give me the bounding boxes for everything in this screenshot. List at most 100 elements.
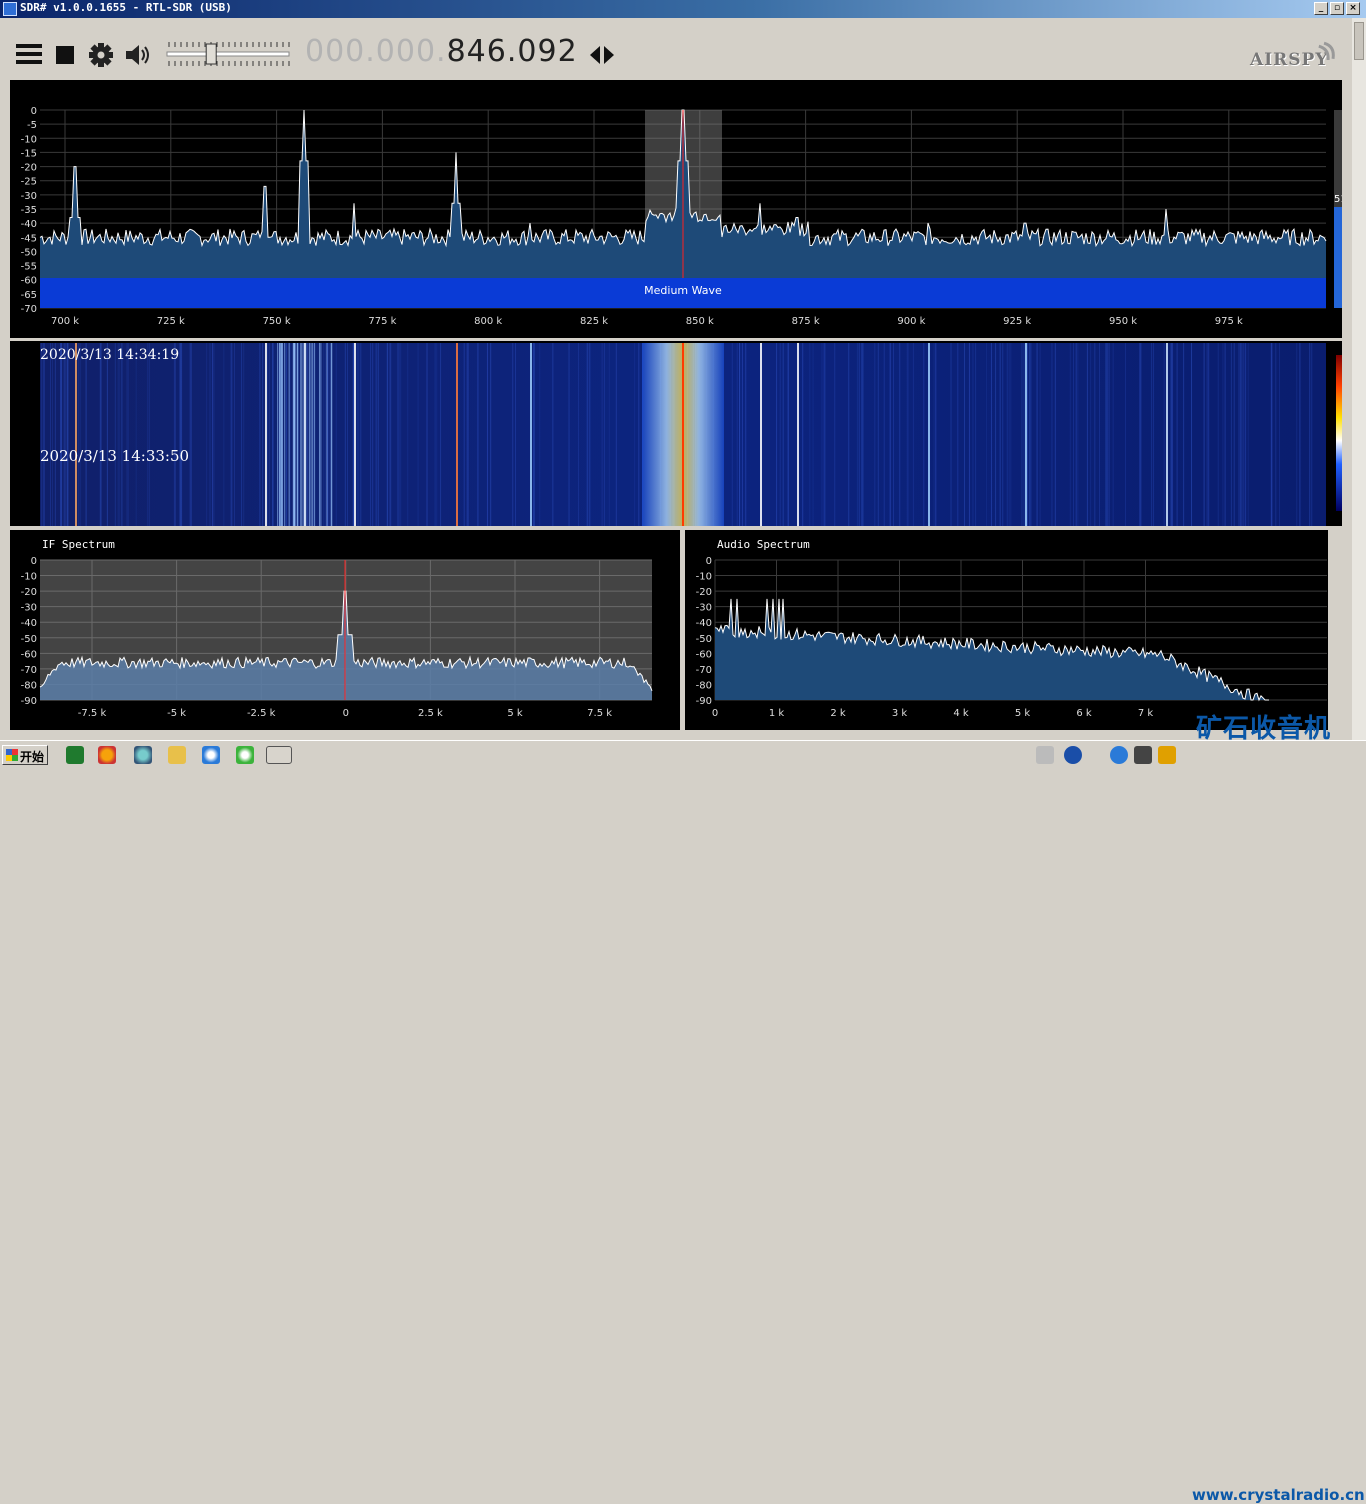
y-tick-label: -55: [21, 262, 37, 273]
help-icon[interactable]: [1064, 746, 1082, 764]
y-tick-label: -65: [21, 290, 37, 301]
y-tick-label: -60: [696, 649, 712, 660]
y-tick-label: -45: [21, 233, 37, 244]
left-right-arrows-icon[interactable]: [589, 44, 615, 66]
firefox-icon[interactable]: [98, 746, 116, 764]
volume-slider[interactable]: [165, 38, 293, 70]
close-button[interactable]: ×: [1346, 2, 1360, 15]
tray-device-icon[interactable]: [1134, 746, 1152, 764]
waterfall-plot[interactable]: [10, 341, 1342, 526]
gain-bar-fill[interactable]: [1334, 207, 1342, 308]
main-spectrum-plot[interactable]: 0 -5 -10 -15 -20 -25 -30 -35 -40 -45 -50 -55 -60 -65 -…: [10, 80, 1342, 338]
y-tick-label: -70: [696, 665, 712, 676]
y-tick-label: -70: [21, 304, 37, 315]
y-tick-label: -35: [21, 205, 37, 216]
x-tick-label: -5 k: [167, 708, 186, 719]
waterfall-carrier-line: [456, 343, 458, 526]
if-spectrum-panel[interactable]: IF Spectrum 0 -10 -20 -30 -40 -50 -60 -70 -80 -90…: [10, 530, 680, 730]
x-tick-label: 2.5 k: [418, 708, 443, 719]
y-tick-label: -10: [21, 134, 37, 145]
y-tick-label: -70: [21, 665, 37, 676]
watermark-text: 矿石收音机: [1196, 714, 1332, 744]
ie-icon[interactable]: [202, 746, 220, 764]
y-tick-label: -60: [21, 276, 37, 287]
folder-icon[interactable]: [168, 746, 186, 764]
y-tick-label: -50: [21, 634, 37, 645]
taskbar: 开始 www.crystalradio.cn: [0, 740, 1366, 1504]
speaker-icon[interactable]: [124, 42, 152, 68]
gear-icon[interactable]: [88, 42, 114, 68]
waterfall-timestamp-mid: 2020/3/13 14:33:50: [40, 447, 190, 465]
sdr-task-button[interactable]: [266, 746, 292, 764]
band-label: Medium Wave: [644, 284, 722, 297]
hamburger-icon[interactable]: [16, 42, 42, 66]
x-tick-label: 800 k: [474, 316, 502, 327]
signal-waves-icon: [1318, 41, 1335, 60]
x-tick-label: 850 k: [686, 316, 714, 327]
waterfall-carrier-line: [1166, 343, 1168, 526]
frequency-display[interactable]: 000.000.846.092: [305, 34, 578, 69]
if-spectrum-plot[interactable]: 0 -10 -20 -30 -40 -50 -60 -70 -80 -90 -7.5 k -5 k -…: [10, 530, 680, 730]
waterfall-carrier-line: [760, 343, 762, 526]
x-tick-label: 0: [343, 708, 349, 719]
scrollbar-thumb[interactable]: [1354, 22, 1364, 60]
keyboard-icon[interactable]: [1036, 746, 1054, 764]
waterfall-carrier-line: [1025, 343, 1027, 526]
x-tick-label: 4 k: [953, 708, 969, 719]
main-spectrum-panel[interactable]: 0 -5 -10 -15 -20 -25 -30 -35 -40 -45 -50 -55 -60 -65 -…: [10, 80, 1342, 338]
waterfall-timestamp-top: 2020/3/13 14:34:19: [40, 347, 180, 363]
watermark-url: www.crystalradio.cn: [1192, 1486, 1365, 1504]
y-tick-label: -10: [696, 572, 712, 583]
scrollbar[interactable]: [1352, 18, 1366, 740]
x-tick-label: -7.5 k: [78, 708, 107, 719]
y-tick-label: -80: [696, 680, 712, 691]
x-tick-label: 900 k: [897, 316, 925, 327]
y-tick-label: -60: [21, 649, 37, 660]
y-tick-label: -90: [696, 696, 712, 707]
y-tick-label: -50: [21, 247, 37, 258]
shield-icon[interactable]: [1158, 746, 1176, 764]
audio-spectrum-plot[interactable]: 0 -10 -20 -30 -40 -50 -60 -70 -80 -90 0 1 k 2 k 3 k 4…: [685, 530, 1328, 730]
minimize-button[interactable]: _: [1314, 2, 1328, 15]
y-tick-label: -5: [27, 120, 37, 131]
x-tick-label: 700 k: [51, 316, 79, 327]
y-tick-label: -20: [21, 163, 37, 174]
excel-icon[interactable]: [66, 746, 84, 764]
x-tick-label: 3 k: [892, 708, 908, 719]
waterfall-carrier-line: [530, 343, 532, 526]
audio-spectrum-panel[interactable]: Audio Spectrum 0 -10 -20 -30 -40 -50 -60 -70 -80…: [685, 530, 1328, 730]
x-tick-label: 750 k: [263, 316, 291, 327]
y-tick-label: -20: [696, 587, 712, 598]
restore-button[interactable]: ▫: [1330, 2, 1344, 15]
waterfall-carrier-line: [265, 343, 267, 526]
waterfall-carrier-line: [797, 343, 799, 526]
y-tick-label: -50: [696, 634, 712, 645]
y-tick-label: -80: [21, 680, 37, 691]
y-tick-label: -40: [21, 618, 37, 629]
y-tick-label: -20: [21, 587, 37, 598]
stop-icon[interactable]: [56, 46, 74, 64]
frequency-dim-digits[interactable]: 000.000.: [305, 34, 447, 69]
airspy-logo: AIRSPY: [1250, 50, 1329, 70]
y-tick-label: -15: [21, 148, 37, 159]
waterfall-palette: [1336, 355, 1342, 511]
y-tick-label: -30: [696, 603, 712, 614]
browser-icon[interactable]: [236, 746, 254, 764]
x-tick-label: 775 k: [368, 316, 396, 327]
tray-app-icon[interactable]: [1110, 746, 1128, 764]
y-tick-label: 0: [706, 556, 712, 567]
app-icon[interactable]: [3, 2, 17, 16]
waterfall-carrier-line: [354, 343, 356, 526]
waterfall-panel[interactable]: 2020/3/13 14:34:19 2020/3/13 14:33:50: [10, 341, 1342, 526]
start-button[interactable]: 开始: [2, 745, 48, 765]
x-tick-label: 5 k: [1015, 708, 1031, 719]
frequency-active-digits[interactable]: 846.092: [447, 34, 578, 69]
network-icon[interactable]: [134, 746, 152, 764]
waterfall-carrier-line: [928, 343, 930, 526]
y-tick-label: -30: [21, 603, 37, 614]
gain-value: 51: [1334, 194, 1342, 205]
y-tick-label: -25: [21, 177, 37, 188]
x-tick-label: 1 k: [769, 708, 785, 719]
x-tick-label: 725 k: [157, 316, 185, 327]
x-tick-label: 6 k: [1076, 708, 1092, 719]
